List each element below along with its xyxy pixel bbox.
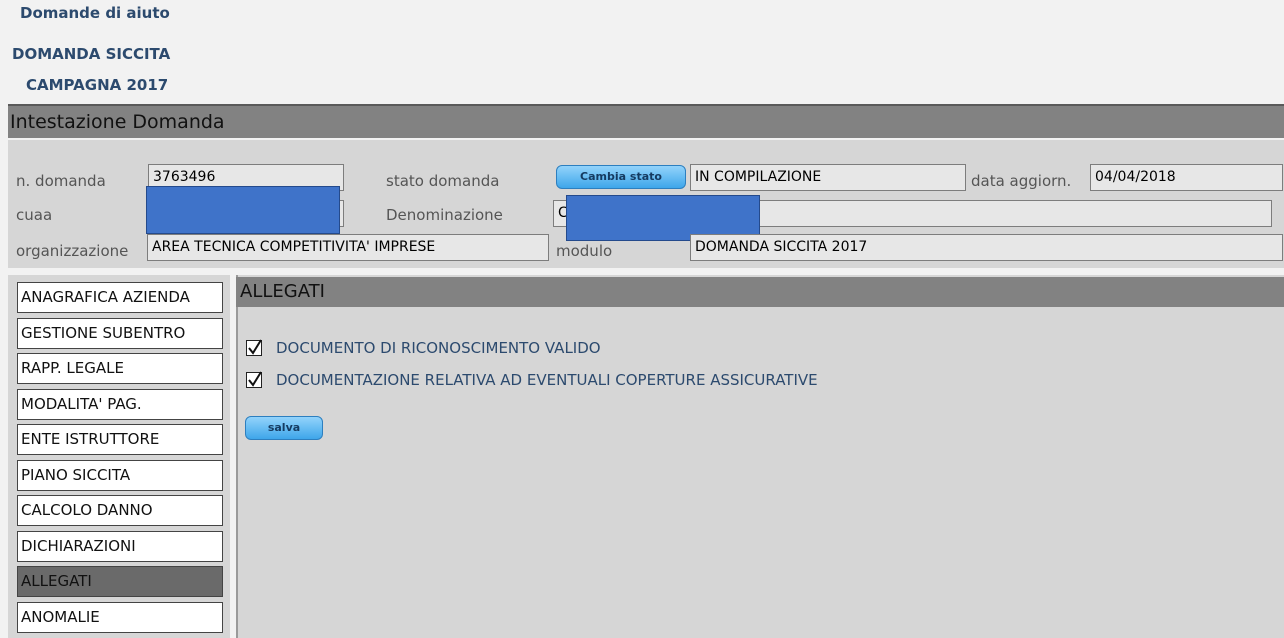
- sidebar-item-ente-istruttore[interactable]: ENTE ISTRUTTORE: [17, 424, 223, 455]
- stato-domanda-label: stato domanda: [386, 172, 500, 190]
- sidebar-item-rapp-legale[interactable]: RAPP. LEGALE: [17, 353, 223, 384]
- modulo-label: modulo: [556, 242, 613, 260]
- sidebar-item-allegati[interactable]: ALLEGATI: [17, 566, 223, 597]
- modulo-field: DOMANDA SICCITA 2017: [690, 234, 1283, 261]
- data-aggiorn-field: 04/04/2018: [1090, 164, 1283, 191]
- sidebar-item-gestione-subentro[interactable]: GESTIONE SUBENTRO: [17, 318, 223, 349]
- sidebar-item-calcolo-danno[interactable]: CALCOLO DANNO: [17, 495, 223, 526]
- cuaa-label: cuaa: [16, 206, 53, 224]
- redaction-box-cuaa: [146, 186, 340, 234]
- checkbox-label: DOCUMENTO DI RICONOSCIMENTO VALIDO: [276, 339, 601, 357]
- stato-domanda-field: IN COMPILAZIONE: [690, 164, 966, 191]
- sidebar-item-piano-siccita[interactable]: PIANO SICCITA: [17, 460, 223, 491]
- organizzazione-field: AREA TECNICA COMPETITIVITA' IMPRESE: [147, 234, 549, 261]
- checkbox-checked-icon[interactable]: [246, 371, 262, 388]
- header-section-title: Intestazione Domanda: [8, 104, 1284, 138]
- checkbox-label: DOCUMENTAZIONE RELATIVA AD EVENTUALI COP…: [276, 371, 818, 389]
- breadcrumb-level-1[interactable]: Domande di aiuto: [20, 4, 170, 22]
- organizzazione-label: organizzazione: [16, 242, 129, 260]
- sidebar-item-modalita-pag[interactable]: MODALITA' PAG.: [17, 389, 223, 420]
- sidebar-item-anomalie[interactable]: ANOMALIE: [17, 602, 223, 633]
- main-panel: [236, 275, 1284, 638]
- sidebar-item-anagrafica-azienda[interactable]: ANAGRAFICA AZIENDA: [17, 282, 223, 313]
- n-domanda-label: n. domanda: [16, 172, 106, 190]
- denominazione-label: Denominazione: [386, 206, 503, 224]
- save-button[interactable]: salva: [245, 416, 323, 440]
- checkbox-row-documentazione-assicurative[interactable]: DOCUMENTAZIONE RELATIVA AD EVENTUALI COP…: [246, 370, 818, 390]
- data-aggiorn-label: data aggiorn.: [971, 172, 1072, 190]
- main-section-title: ALLEGATI: [236, 277, 1284, 307]
- breadcrumb-level-3[interactable]: CAMPAGNA 2017: [26, 76, 168, 94]
- checkbox-checked-icon[interactable]: [246, 339, 262, 356]
- checkbox-row-documento-riconoscimento[interactable]: DOCUMENTO DI RICONOSCIMENTO VALIDO: [246, 338, 601, 358]
- cambia-stato-button[interactable]: Cambia stato: [556, 165, 686, 189]
- sidebar-item-dichiarazioni[interactable]: DICHIARAZIONI: [17, 531, 223, 562]
- breadcrumb-level-2[interactable]: DOMANDA SICCITA: [12, 45, 170, 63]
